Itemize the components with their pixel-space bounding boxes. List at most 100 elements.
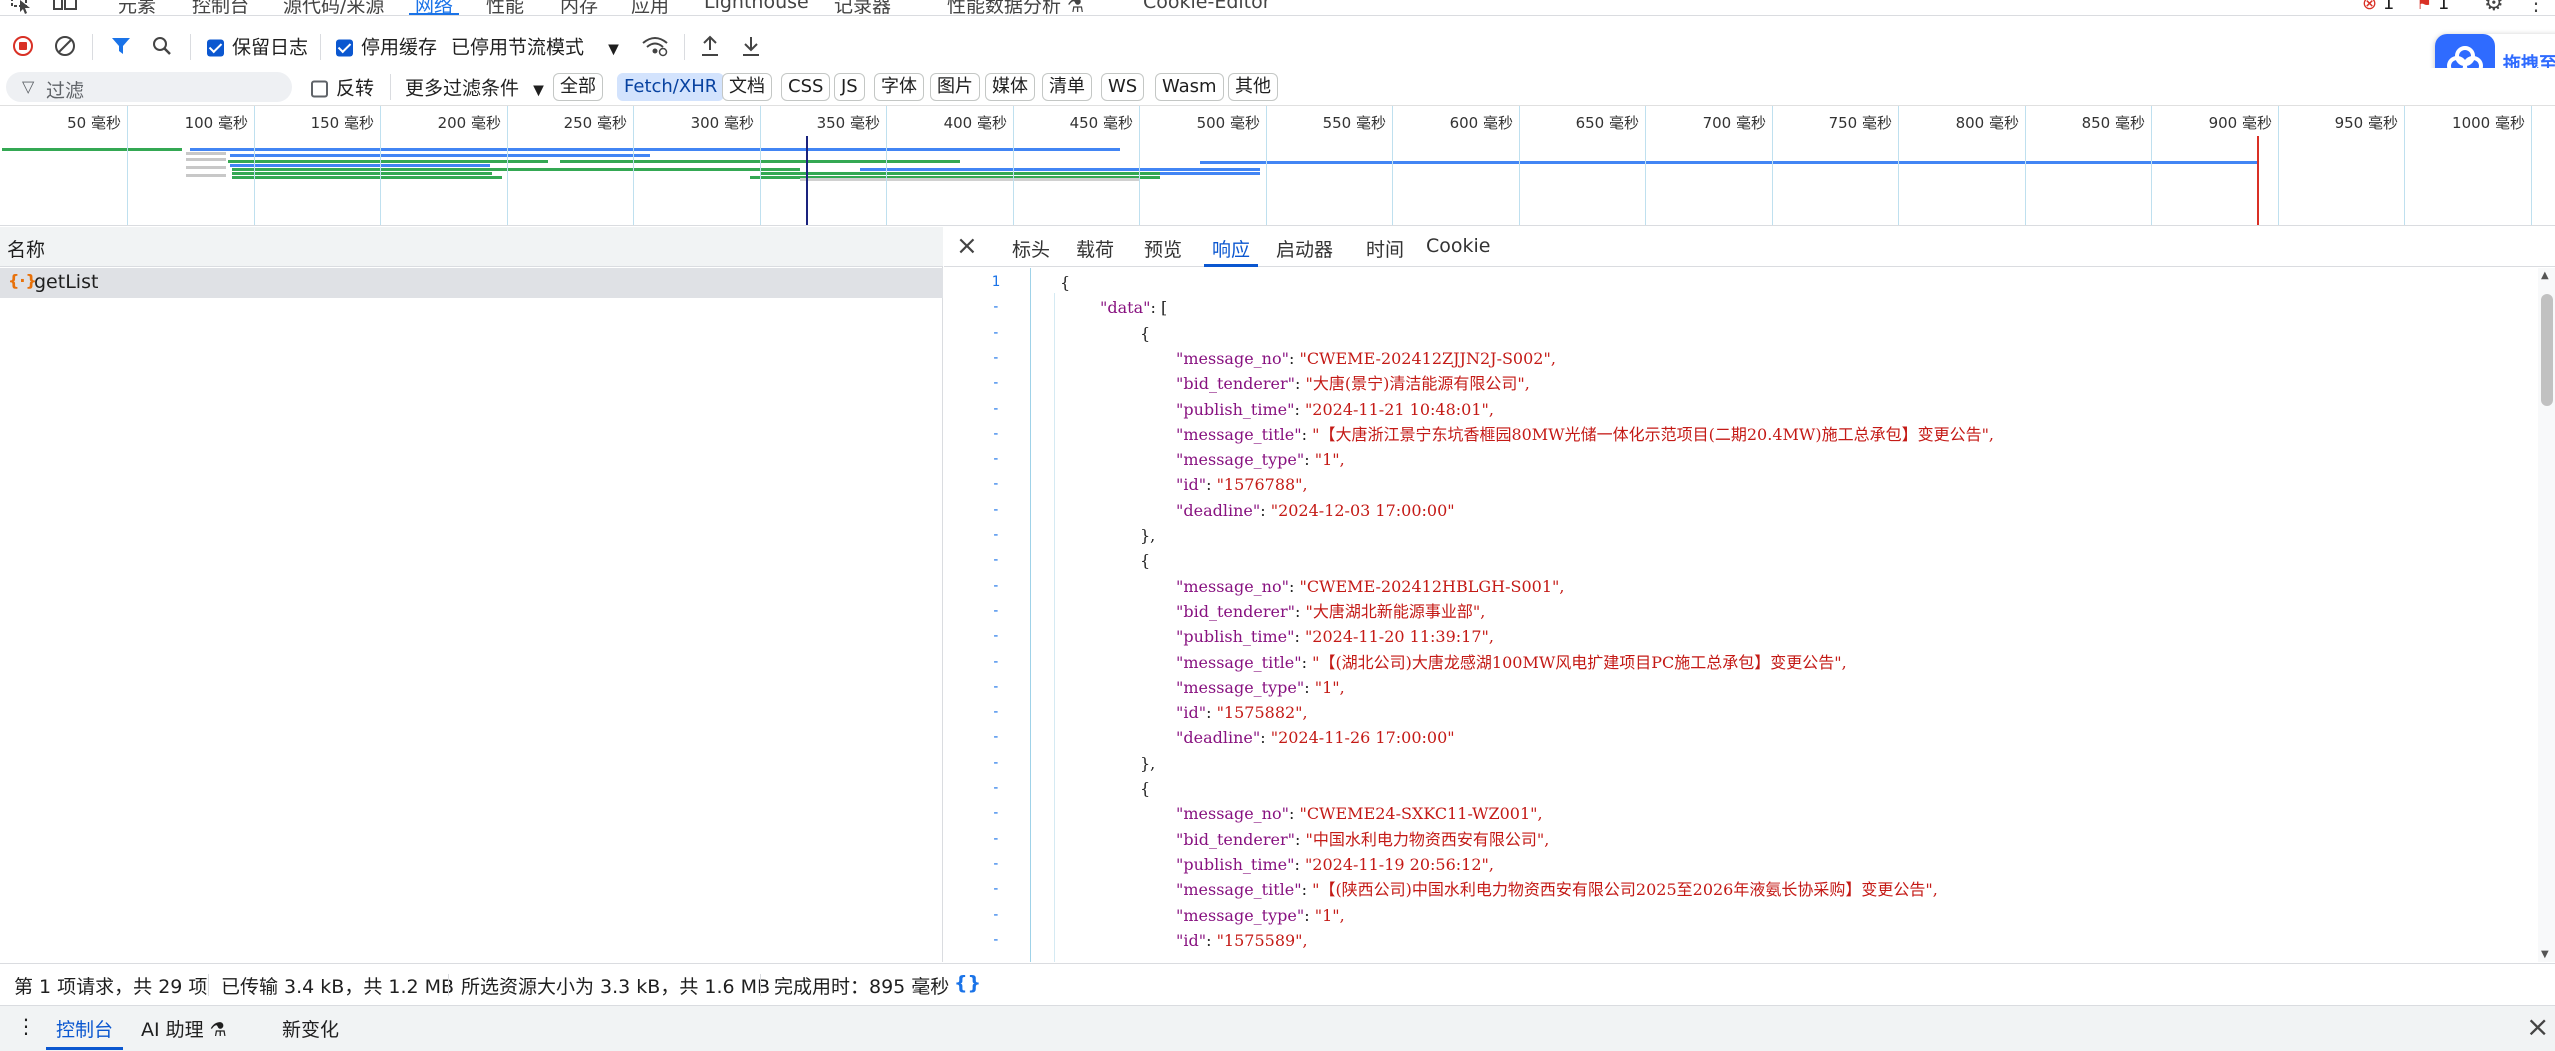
inspect-element-icon[interactable] bbox=[10, 0, 32, 14]
code-line: - "message_title": "【大唐浙江景宁东坑香榧园80MW光储一体化… bbox=[944, 422, 2534, 447]
issue-count-badge[interactable]: ⚑ 1 bbox=[2416, 0, 2449, 14]
filter-type-chip[interactable]: 其他 bbox=[1228, 73, 1278, 101]
main-tab[interactable]: 性能 bbox=[486, 0, 524, 15]
drawer-tab-console[interactable]: 控制台 bbox=[45, 1015, 124, 1050]
json-value: "1", bbox=[1314, 450, 1345, 470]
filter-type-chip[interactable]: 图片 bbox=[930, 73, 980, 101]
main-tab[interactable]: 网络 bbox=[408, 0, 460, 15]
device-toolbar-icon[interactable] bbox=[52, 0, 78, 14]
chevron-down-icon: ▼ bbox=[608, 41, 619, 58]
code-line: -{ bbox=[944, 321, 2534, 346]
json-key: "message_no" bbox=[1176, 348, 1289, 368]
preserve-log-checkbox[interactable]: 保留日志 bbox=[207, 33, 308, 60]
json-punct: }, bbox=[1140, 753, 1156, 773]
invert-checkbox[interactable]: 反转 bbox=[311, 73, 374, 100]
timeline-tick-label: 450 毫秒 bbox=[1069, 114, 1133, 132]
detail-tab[interactable]: 响应 bbox=[1203, 235, 1259, 267]
detail-tab[interactable]: 启动器 bbox=[1276, 235, 1333, 262]
line-number: - bbox=[991, 501, 1000, 518]
scroll-up-arrow-icon[interactable]: ▲ bbox=[2541, 270, 2549, 281]
timeline-tick-label: 1000 毫秒 bbox=[2452, 114, 2525, 132]
timeline-grid-line bbox=[1013, 106, 1014, 225]
code-line: - "message_title": "【(湖北公司)大唐龙感湖100MW风电扩建… bbox=[944, 650, 2534, 675]
main-tab[interactable]: 记录器 bbox=[834, 0, 891, 15]
filter-type-chip[interactable]: 文档 bbox=[722, 73, 772, 101]
more-options-icon[interactable]: ⋮ bbox=[2526, 0, 2546, 15]
clear-icon[interactable] bbox=[54, 35, 76, 57]
main-tab[interactable]: 性能数据分析 ⚗ bbox=[947, 0, 1084, 15]
code-text: { bbox=[1140, 321, 1150, 346]
code-line: -{ bbox=[944, 776, 2534, 801]
filter-type-chip[interactable]: 清单 bbox=[1042, 73, 1092, 101]
response-viewer[interactable]: 1{- "data": [-{- "message_no": "CWEME-2024… bbox=[944, 268, 2534, 962]
filter-type-chip[interactable]: CSS bbox=[781, 73, 831, 101]
filter-funnel-icon[interactable] bbox=[110, 35, 132, 57]
drawer-tab-ai-assistant[interactable]: AI 助理 ⚗ bbox=[141, 1015, 227, 1042]
drawer-tab-whats-new[interactable]: 新变化 bbox=[282, 1015, 339, 1042]
line-number: - bbox=[991, 830, 1000, 847]
filter-type-chip[interactable]: WS bbox=[1101, 73, 1145, 101]
network-timeline-overview[interactable]: 50 毫秒 100 毫秒 150 毫秒 200 毫秒 250 毫秒 300 毫秒 350 毫… bbox=[0, 106, 2555, 226]
filter-type-chip[interactable]: 全部 bbox=[553, 73, 603, 101]
network-conditions-icon[interactable] bbox=[641, 35, 669, 57]
filter-type-chip[interactable]: Wasm bbox=[1155, 73, 1224, 101]
code-text: "publish_time": "2024-11-20 11:39:17", bbox=[1176, 627, 1494, 647]
response-scrollbar[interactable]: ▲ ▼ bbox=[2538, 268, 2555, 962]
code-line: - "message_no": "CWEME-202412ZJJN2J-S002"… bbox=[944, 346, 2534, 371]
disable-cache-checkbox[interactable]: 停用缓存 bbox=[336, 33, 437, 60]
filter-input[interactable]: ▽ 过滤 bbox=[6, 72, 292, 102]
export-har-icon[interactable] bbox=[741, 35, 761, 57]
timeline-grid-line bbox=[507, 106, 508, 225]
json-value: "大唐湖北新能源事业部", bbox=[1305, 601, 1486, 621]
timeline-grid-line bbox=[633, 106, 634, 225]
more-filters-dropdown[interactable]: 更多过滤条件 ▼ bbox=[405, 73, 544, 100]
json-value: "1576788", bbox=[1216, 475, 1308, 495]
drawer-menu-icon[interactable]: ⋮ bbox=[16, 1014, 36, 1038]
line-number: - bbox=[991, 881, 1000, 898]
detail-tab[interactable]: 预览 bbox=[1144, 235, 1182, 262]
detail-tab[interactable]: 标头 bbox=[1012, 235, 1050, 262]
scrollbar-thumb[interactable] bbox=[2541, 294, 2553, 406]
filter-type-chip[interactable]: JS bbox=[834, 73, 865, 101]
record-stop-icon[interactable] bbox=[12, 35, 34, 57]
checkbox-checked bbox=[207, 39, 224, 57]
close-drawer-icon[interactable]: × bbox=[2526, 1010, 2549, 1043]
main-tab[interactable]: 元素 bbox=[118, 0, 156, 15]
filter-type-chip[interactable]: 字体 bbox=[874, 73, 924, 101]
throttling-select[interactable]: 已停用节流模式 ▼ bbox=[451, 33, 619, 60]
main-tab[interactable]: 应用 bbox=[631, 0, 669, 15]
import-har-icon[interactable] bbox=[700, 35, 720, 57]
code-line: - "publish_time": "2024-11-21 10:48:01", bbox=[944, 397, 2534, 422]
line-number: - bbox=[991, 805, 1000, 822]
devtools-main-tabs: 元素 控制台 源代码/来源 网络 性能 内存 应用 Lighthouse 记录器 性能数据分析 ⚗… bbox=[0, 0, 2555, 16]
search-icon[interactable] bbox=[151, 35, 173, 57]
pretty-print-button[interactable]: {} bbox=[954, 972, 981, 994]
settings-gear-icon[interactable]: ⚙ bbox=[2484, 0, 2504, 15]
scroll-down-arrow-icon[interactable]: ▼ bbox=[2541, 949, 2549, 960]
json-punct: [ bbox=[1160, 298, 1168, 318]
filter-type-chip[interactable]: 媒体 bbox=[985, 73, 1035, 101]
line-number: - bbox=[991, 425, 1000, 442]
close-icon[interactable]: × bbox=[956, 231, 978, 261]
detail-tab[interactable]: 载荷 bbox=[1076, 235, 1114, 262]
line-number: - bbox=[991, 451, 1000, 468]
detail-tab[interactable]: Cookie bbox=[1426, 235, 1491, 257]
request-row[interactable]: {·} getList bbox=[0, 268, 943, 298]
json-key: "message_type" bbox=[1176, 450, 1305, 470]
timeline-request-bar bbox=[228, 160, 548, 163]
main-tab[interactable]: Lighthouse bbox=[704, 0, 809, 15]
xhr-json-icon: {·} bbox=[8, 271, 37, 290]
main-tab[interactable]: 控制台 bbox=[192, 0, 249, 15]
line-number: - bbox=[991, 602, 1000, 619]
filter-type-chip[interactable]: Fetch/XHR bbox=[617, 73, 725, 101]
timeline-request-bar bbox=[232, 172, 492, 175]
main-tab[interactable]: 源代码/来源 bbox=[283, 0, 384, 15]
code-text: "deadline": "2024-12-03 17:00:00" bbox=[1176, 500, 1455, 520]
main-tab[interactable]: Cookie-Editor bbox=[1143, 0, 1271, 15]
timeline-grid-line bbox=[1645, 106, 1646, 225]
code-text: "data": [ bbox=[1100, 298, 1168, 318]
error-count-badge[interactable]: ⊗ 1 bbox=[2362, 0, 2394, 14]
column-header-name[interactable]: 名称 bbox=[0, 227, 943, 267]
detail-tab[interactable]: 时间 bbox=[1366, 235, 1404, 262]
main-tab[interactable]: 内存 bbox=[560, 0, 598, 15]
